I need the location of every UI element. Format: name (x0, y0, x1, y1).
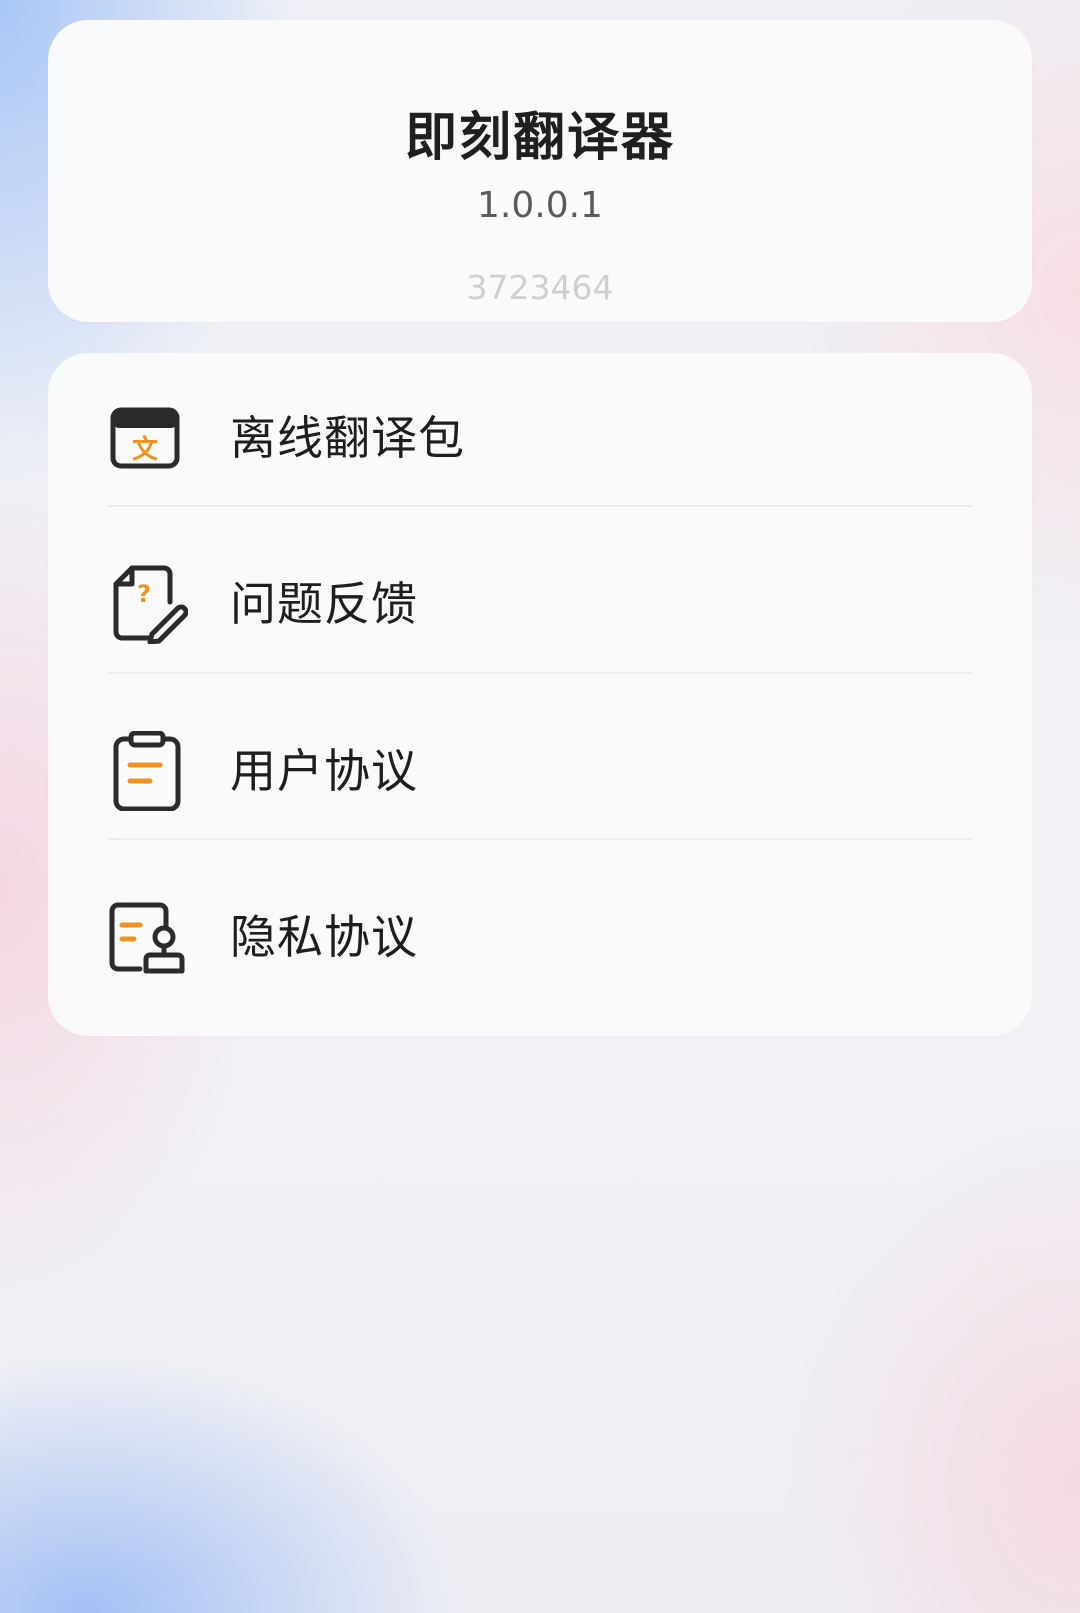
app-version: 1.0.0.1 (477, 185, 603, 226)
menu-item-label: 用户协议 (230, 744, 418, 798)
app-build-number: 3723464 (466, 268, 614, 307)
svg-text:?: ? (137, 580, 151, 608)
offline-pack-icon: 文 (104, 398, 188, 478)
privacy-agreement-icon (104, 897, 188, 977)
divider (108, 672, 972, 674)
menu-item-label: 问题反馈 (230, 577, 418, 631)
app-info-card: 即刻翻译器 1.0.0.1 3723464 (48, 20, 1032, 322)
user-agreement-icon (104, 731, 188, 811)
menu-item-label: 隐私协议 (230, 910, 418, 964)
menu-item-feedback[interactable]: ? 问题反馈 (48, 519, 1032, 689)
app-name: 即刻翻译器 (404, 108, 675, 168)
menu-item-user-agreement[interactable]: 用户协议 (48, 686, 1032, 856)
feedback-icon: ? (104, 564, 188, 644)
settings-menu-card: 文 离线翻译包 ? 问题反馈 用户协议 隐私协议 (48, 353, 1032, 1036)
svg-text:文: 文 (132, 434, 159, 465)
divider (108, 838, 972, 840)
menu-item-privacy-agreement[interactable]: 隐私协议 (48, 852, 1032, 1022)
divider (108, 505, 972, 507)
menu-item-label: 离线翻译包 (230, 411, 465, 465)
menu-item-offline-pack[interactable]: 文 离线翻译包 (48, 353, 1032, 523)
